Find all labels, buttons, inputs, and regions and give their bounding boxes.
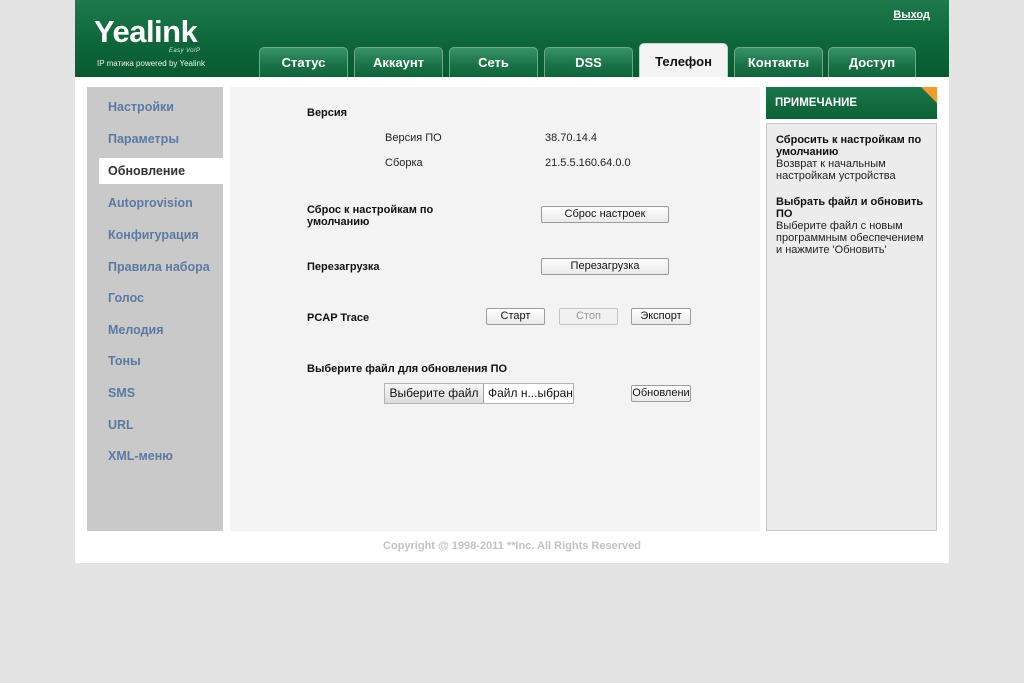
sidebar-item-xml-menu[interactable]: XML-меню [87,443,230,469]
web-ui-frame: Yealink Easy VoIP IP mатика powered by Y… [75,0,949,563]
pcap-start-button[interactable]: Старт [486,308,545,325]
sidebar-item-upgrade[interactable]: Обновление [99,158,230,184]
note-upgrade-text: Выберите файл с новым программным обеспе… [776,220,924,256]
note-heading: ПРИМЕЧАНИЕ [766,87,937,119]
powered-by-text: IP mатика powered by Yealink [97,59,205,68]
build-label: Сборка [385,157,423,169]
logout-link[interactable]: Выход [893,9,930,21]
choose-file-button[interactable]: Выберите файл [385,384,484,403]
sidebar-item-sms[interactable]: SMS [87,380,230,406]
copyright-footer: Copyright @ 1998-2011 **Inc. All Rights … [383,540,641,552]
reset-heading: Сброс к настройкам по умолчанию [307,204,434,228]
header-bar: Yealink Easy VoIP IP mатика powered by Y… [75,0,949,77]
note-upgrade-title: Выбрать файл и обновить ПО [776,196,924,220]
logo-tagline: Easy VoIP [169,48,201,54]
tab-access[interactable]: Доступ [828,47,916,77]
tab-network[interactable]: Сеть [449,47,538,77]
sidebar-item-settings[interactable]: Настройки [87,94,230,120]
note-body: Сбросить к настройкам по умолчанию Возвр… [766,123,937,531]
sidebar-item-voice[interactable]: Голос [87,285,230,311]
tab-dss[interactable]: DSS [544,47,633,77]
note-panel: ПРИМЕЧАНИЕ Сбросить к настройкам по умол… [766,87,937,531]
main-content: Версия Версия ПО 38.70.14.4 Сборка 21.5.… [230,87,760,531]
reboot-button[interactable]: Перезагрузка [541,258,669,275]
upgrade-heading: Выберите файл для обновления ПО [307,363,508,375]
note-reset-title: Сбросить к настройкам по умолчанию [776,134,922,158]
upgrade-button[interactable]: Обновлени [631,385,691,402]
sidebar-item-url[interactable]: URL [87,412,230,438]
sidebar: Настройки Параметры Обновление Autoprovi… [87,87,230,531]
reset-button[interactable]: Сброс настроек [541,206,669,223]
sidebar-item-autoprovision[interactable]: Autoprovision [87,190,230,216]
sidebar-item-configuration[interactable]: Конфигурация [87,222,230,248]
sidebar-item-tones[interactable]: Тоны [87,348,230,374]
pcap-export-button[interactable]: Экспорт [631,308,691,325]
file-input[interactable]: Выберите файл Файл н...ыбран [384,383,574,404]
pcap-heading: PCAP Trace [307,312,370,324]
sidebar-item-parameters[interactable]: Параметры [87,126,230,152]
note-corner-decoration [921,87,937,103]
tab-contacts[interactable]: Контакты [734,47,823,77]
firmware-version-value: 38.70.14.4 [545,132,597,144]
sidebar-item-dial-plan[interactable]: Правила набора [87,254,230,280]
build-value: 21.5.5.160.64.0.0 [545,157,631,169]
note-reset-text: Возврат к начальным настройкам устройств… [776,158,896,182]
tab-account[interactable]: Аккаунт [354,47,443,77]
pcap-stop-button[interactable]: Стоп [559,308,618,325]
tab-status[interactable]: Статус [259,47,348,77]
yealink-logo: Yealink [94,14,198,49]
no-file-chosen-text: Файл н...ыбран [488,386,573,400]
version-heading: Версия [307,107,348,119]
tab-phone[interactable]: Телефон [639,43,728,77]
firmware-version-label: Версия ПО [385,132,442,144]
sidebar-item-ringtone[interactable]: Мелодия [87,317,230,343]
reboot-heading: Перезагрузка [307,261,380,273]
